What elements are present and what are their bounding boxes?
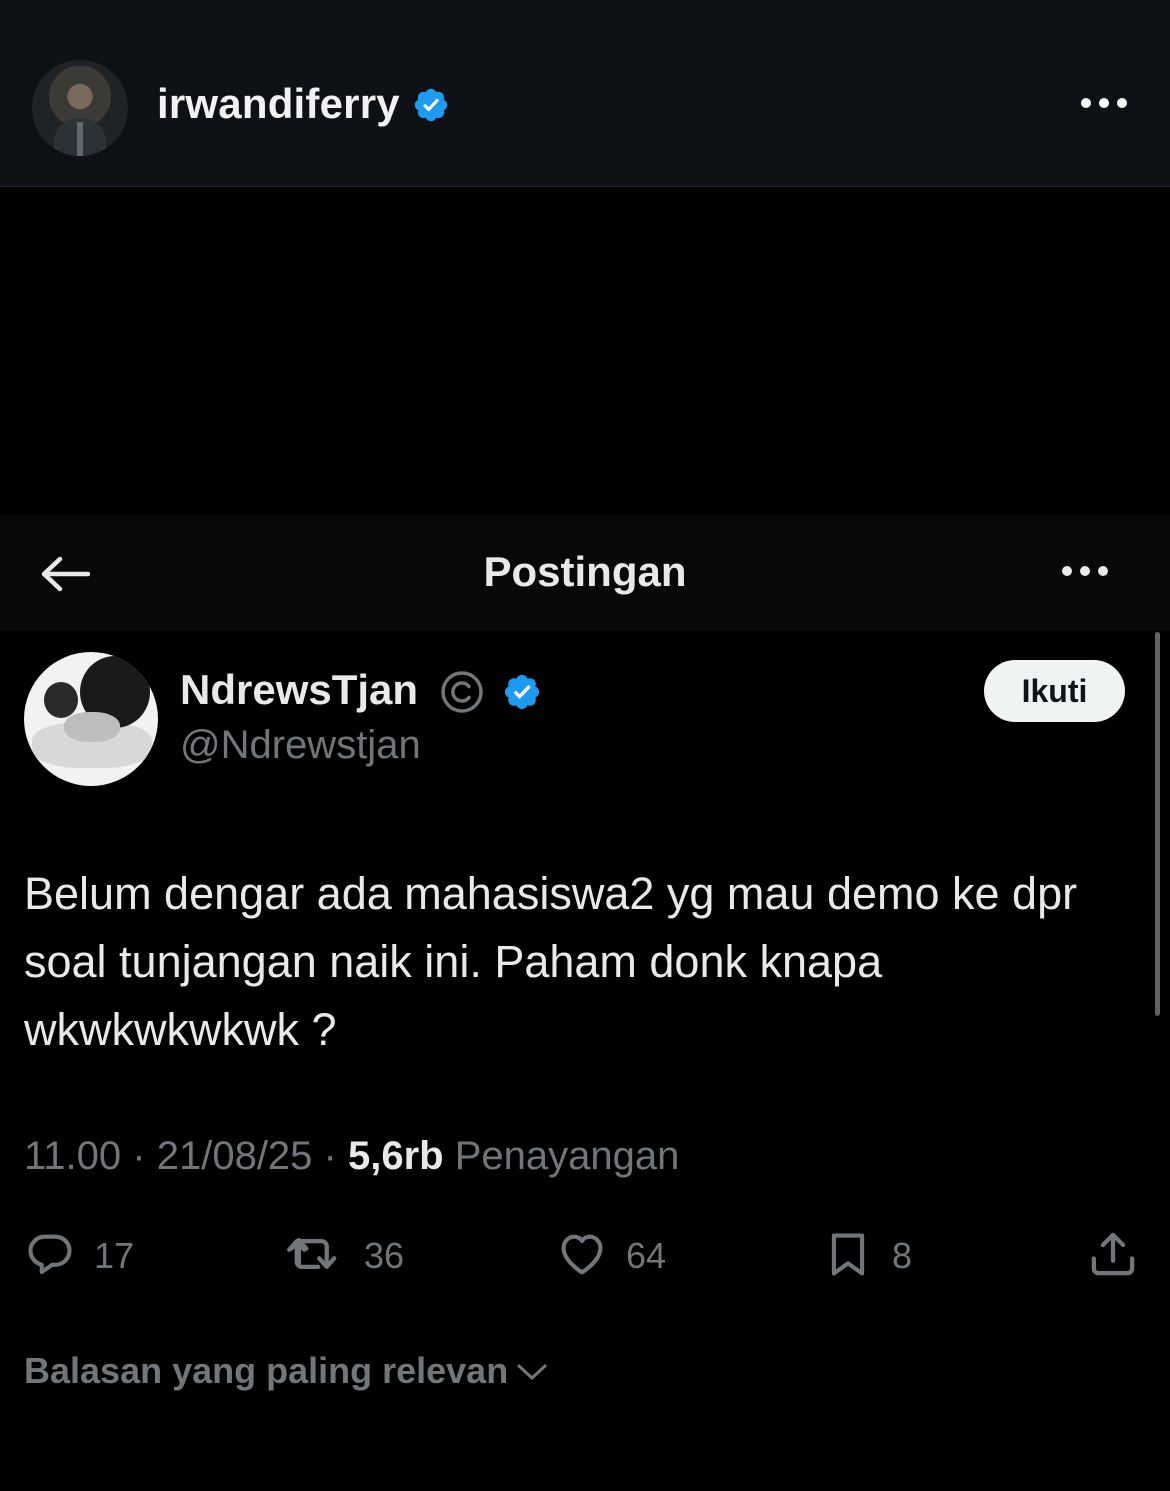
repost-button[interactable]: 36: [286, 1220, 404, 1292]
more-horizontal-icon[interactable]: [1060, 563, 1110, 584]
follow-button[interactable]: Ikuti: [984, 660, 1125, 722]
views-count: 5,6rb: [348, 1134, 444, 1178]
post-metadata: 11.00 · 21/08/25 · 5,6rb Penayangan: [24, 1134, 679, 1179]
verified-badge-icon: [502, 672, 542, 717]
meta-separator: ·: [323, 1134, 337, 1178]
share-icon: [1086, 1227, 1140, 1286]
meta-separator: ·: [132, 1134, 146, 1178]
scrollbar[interactable]: [1155, 632, 1160, 1016]
heart-icon: [556, 1228, 608, 1285]
bookmark-count: 8: [892, 1235, 913, 1276]
post-text: Belum dengar ada mahasiswa2 yg mau demo …: [24, 868, 1078, 1055]
avatar-shape: [64, 712, 120, 742]
reply-bubble-icon: [24, 1228, 76, 1285]
repost-count: 36: [364, 1235, 405, 1276]
author-display-name[interactable]: NdrewsTjan: [180, 666, 418, 714]
views-label: Penayangan: [454, 1134, 680, 1178]
post-action-bar: 17 36 64 8: [0, 1220, 1170, 1292]
author-avatar[interactable]: [24, 652, 158, 786]
reply-button[interactable]: 17: [24, 1220, 134, 1292]
verified-badge-icon: [412, 86, 450, 129]
like-count: 64: [626, 1235, 667, 1276]
post-date[interactable]: 21/08/25: [157, 1134, 313, 1178]
avatar[interactable]: [32, 60, 128, 156]
profile-username[interactable]: irwandiferry: [157, 80, 400, 128]
like-button[interactable]: 64: [556, 1220, 666, 1292]
replies-sort-label: Balasan yang paling relevan: [24, 1350, 509, 1391]
profile-top-bar: irwandiferry: [0, 0, 1170, 187]
copyright-icon: [440, 670, 484, 719]
replies-sort-dropdown[interactable]: Balasan yang paling relevan: [24, 1350, 548, 1392]
repost-icon: [286, 1228, 346, 1285]
more-horizontal-icon[interactable]: [1080, 96, 1128, 115]
post-time[interactable]: 11.00: [24, 1134, 121, 1178]
share-button[interactable]: [1086, 1220, 1140, 1292]
reply-count: 17: [94, 1235, 135, 1276]
bookmark-button[interactable]: 8: [822, 1220, 912, 1292]
media-area: [0, 187, 1170, 515]
author-handle[interactable]: @Ndrewstjan: [180, 723, 421, 768]
page-title: Postingan: [483, 548, 687, 595]
bookmark-icon: [822, 1228, 874, 1285]
avatar-shape: [44, 682, 78, 718]
chevron-down-icon: [508, 1350, 548, 1392]
avatar-tie: [77, 122, 83, 156]
